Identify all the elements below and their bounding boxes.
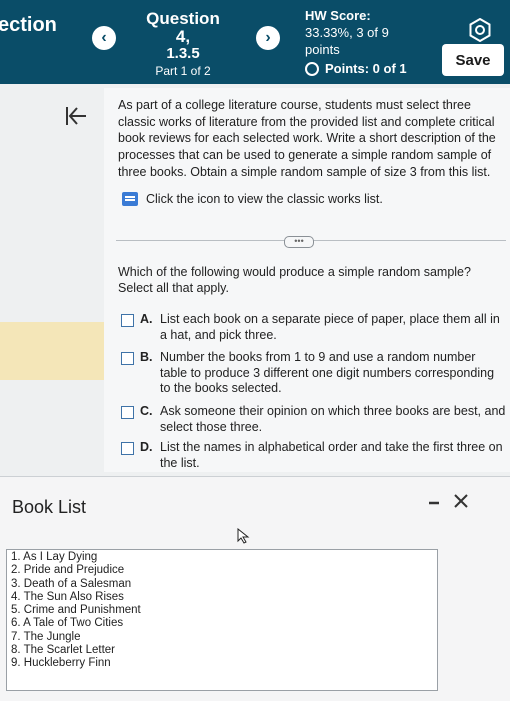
- option-letter: A.: [140, 312, 153, 326]
- book-item: 1. As I Lay Dying: [11, 551, 98, 563]
- minimize-icon: [429, 501, 439, 505]
- points-text: Points: 0 of 1: [325, 60, 407, 76]
- minimize-button[interactable]: [426, 494, 442, 510]
- book-item: 9. Huckleberry Finn: [11, 657, 111, 670]
- hw-score-value: 33.33%, 3 of 9: [305, 24, 389, 40]
- gear-icon: [469, 17, 491, 43]
- question-prompt: Which of the following would produce a s…: [118, 265, 471, 296]
- next-question-button[interactable]: ›: [256, 26, 280, 50]
- book-list-title: Book List: [12, 497, 87, 517]
- book-list: 1. As I Lay Dying 2. Pride and Prejudice…: [11, 551, 141, 671]
- option-b-checkbox[interactable]: [121, 352, 134, 365]
- question-number: 1.3.5: [166, 44, 200, 62]
- problem-intro: As part of a college literature course, …: [118, 98, 496, 179]
- points-status: Points: 0 of 1: [305, 61, 407, 78]
- option-d-checkbox[interactable]: [121, 442, 134, 455]
- option-c[interactable]: C. Ask someone their opinion on which th…: [121, 404, 506, 435]
- book-item: 4. The Sun Also Rises: [11, 590, 124, 603]
- book-item: 6. A Tale of Two Cities: [11, 617, 124, 630]
- book-item: 3. Death of a Salesman: [11, 577, 132, 590]
- option-text: Ask someone their opinion on which three…: [160, 404, 506, 434]
- book-item: 2. Pride and Prejudice: [11, 564, 125, 577]
- close-button[interactable]: [452, 492, 470, 510]
- option-text: List each book on a separate piece of pa…: [160, 312, 500, 342]
- hw-score: HW Score: 33.33%, 3 of 9 points Points: …: [305, 8, 407, 78]
- option-letter: D.: [140, 440, 153, 454]
- collapse-panel-button[interactable]: [64, 104, 90, 128]
- collapse-left-icon: [66, 107, 86, 125]
- top-header: ection ‹ Question 4, 1.3.5 Part 1 of 2 ›…: [0, 0, 510, 84]
- settings-button[interactable]: [468, 17, 492, 43]
- question-title: Question 4,: [146, 9, 220, 46]
- previous-question-button[interactable]: ‹: [92, 26, 116, 50]
- option-letter: C.: [140, 404, 153, 418]
- classic-works-link-text[interactable]: Click the icon to view the classic works…: [146, 192, 383, 206]
- option-a-checkbox[interactable]: [121, 314, 134, 327]
- option-c-checkbox[interactable]: [121, 406, 134, 419]
- book-item: 8. The Scarlet Letter: [11, 644, 115, 657]
- section-title: ection: [0, 14, 57, 36]
- question-part: Part 1 of 2: [155, 64, 211, 79]
- book-list-box: 1. As I Lay Dying 2. Pride and Prejudice…: [6, 549, 438, 691]
- more-button[interactable]: •••: [284, 236, 314, 248]
- option-letter: B.: [140, 350, 153, 364]
- classic-works-link[interactable]: Click the icon to view the classic works…: [122, 192, 383, 206]
- close-icon: [454, 494, 468, 508]
- option-b[interactable]: B. Number the books from 1 to 9 and use …: [121, 350, 506, 397]
- option-d[interactable]: D. List the names in alphabetical order …: [121, 440, 506, 471]
- option-text: List the names in alphabetical order and…: [160, 440, 503, 470]
- option-a[interactable]: A. List each book on a separate piece of…: [121, 312, 506, 343]
- book-item: 5. Crime and Punishment: [11, 604, 141, 617]
- points-circle-icon: [305, 62, 319, 77]
- option-text: Number the books from 1 to 9 and use a r…: [160, 350, 495, 396]
- highlight-strip: [0, 322, 105, 380]
- mouse-cursor-icon: [237, 527, 251, 544]
- hw-score-label: HW Score:: [305, 8, 371, 23]
- book-item: 7. The Jungle: [11, 630, 81, 643]
- hw-score-unit: points: [305, 41, 340, 57]
- book-icon[interactable]: [122, 192, 138, 206]
- save-button[interactable]: Save: [442, 44, 504, 76]
- question-info: Question 4, 1.3.5 Part 1 of 2: [138, 10, 228, 78]
